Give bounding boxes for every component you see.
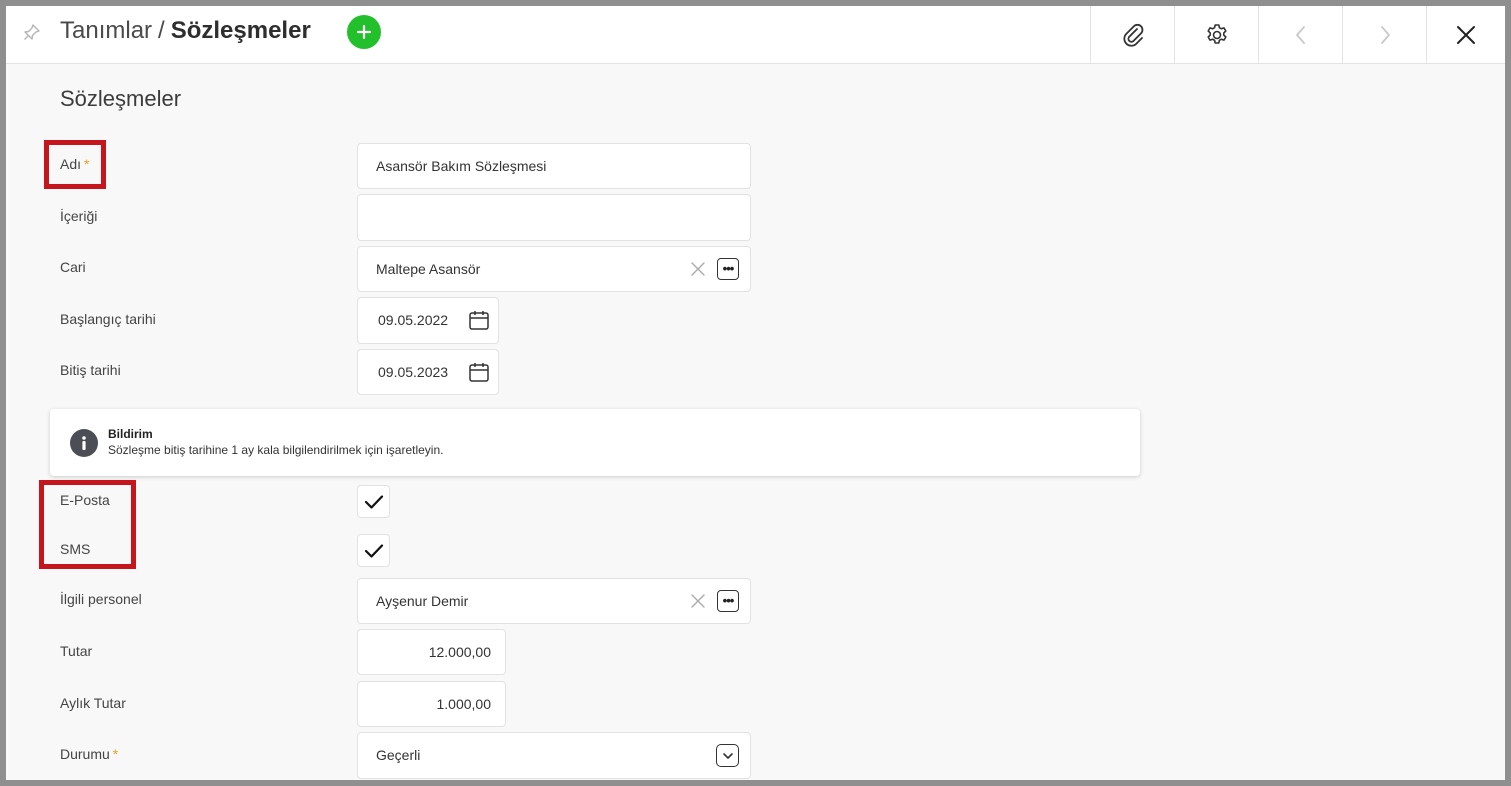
info-icon [70, 429, 98, 457]
checkmark-icon [364, 543, 383, 558]
monthly-amount-value: 1.000,00 [436, 696, 492, 712]
chevron-right-icon [1380, 26, 1390, 44]
form-window: Tanımlar / Sözleşmeler Sözleşmeler Adı *… [6, 6, 1505, 780]
end-date-value: 09.05.2023 [378, 364, 449, 380]
section-title: Sözleşmeler [60, 86, 182, 111]
content-input[interactable] [357, 194, 751, 241]
staff-label: İlgili personel [60, 591, 142, 607]
account-lookup[interactable]: Maltepe Asansör ••• [357, 246, 751, 292]
close-icon [1457, 26, 1475, 44]
email-checkbox[interactable] [357, 485, 390, 518]
chevron-left-icon [1295, 26, 1305, 44]
monthly-amount-input[interactable]: 1.000,00 [357, 681, 506, 727]
notification-text: Sözleşme bitiş tarihine 1 ay kala bilgil… [108, 443, 444, 457]
notification-title: Bildirim [108, 427, 153, 441]
name-input[interactable]: Asansör Bakım Sözleşmesi [357, 143, 751, 189]
close-button[interactable] [1426, 6, 1505, 64]
previous-button[interactable] [1258, 6, 1342, 64]
name-value: Asansör Bakım Sözleşmesi [376, 158, 547, 174]
end-date-input[interactable]: 09.05.2023 [357, 349, 499, 395]
chevron-down-icon[interactable] [716, 744, 739, 767]
sms-checkbox[interactable] [357, 534, 390, 567]
amount-label: Tutar [60, 643, 93, 659]
checkmark-icon [364, 494, 383, 509]
account-label: Cari [60, 259, 86, 275]
amount-input[interactable]: 12.000,00 [357, 629, 506, 675]
page-title: Sözleşmeler [170, 17, 311, 44]
end-date-label: Bitiş tarihi [60, 362, 121, 378]
notification-info-box: Bildirim Sözleşme bitiş tarihine 1 ay ka… [50, 409, 1140, 476]
gear-icon [1206, 24, 1227, 44]
account-value: Maltepe Asansör [376, 261, 481, 277]
breadcrumb-parent[interactable]: Tanımlar [60, 17, 152, 44]
start-date-value: 09.05.2022 [378, 312, 449, 328]
content-label: İçeriği [60, 208, 98, 224]
monthly-amount-label: Aylık Tutar [60, 695, 126, 711]
paperclip-icon [1123, 23, 1143, 47]
status-select[interactable]: Geçerli [357, 732, 751, 779]
status-label-text: Durumu [60, 746, 110, 762]
clear-icon[interactable] [690, 261, 706, 277]
highlight-box-name [44, 140, 106, 189]
settings-button[interactable] [1174, 6, 1258, 64]
start-date-input[interactable]: 09.05.2022 [357, 297, 499, 344]
staff-lookup[interactable]: Ayşenur Demir ••• [357, 578, 751, 624]
status-label: Durumu * [60, 746, 118, 762]
start-date-label: Başlangıç tarihi [60, 311, 156, 327]
next-button[interactable] [1342, 6, 1426, 64]
required-mark: * [112, 746, 119, 762]
status-value: Geçerli [376, 747, 421, 763]
attachment-button[interactable] [1090, 6, 1174, 64]
calendar-icon[interactable] [468, 309, 490, 331]
breadcrumb: Tanımlar / Sözleşmeler [60, 16, 311, 46]
header-bar: Tanımlar / Sözleşmeler [6, 6, 1505, 64]
more-options-icon[interactable]: ••• [717, 590, 739, 612]
add-button[interactable] [347, 15, 381, 49]
staff-value: Ayşenur Demir [376, 593, 469, 609]
amount-value: 12.000,00 [428, 644, 491, 660]
calendar-icon[interactable] [468, 361, 490, 383]
highlight-box-notifications [39, 480, 136, 569]
more-options-icon[interactable]: ••• [717, 258, 739, 280]
add-icon [356, 24, 372, 40]
clear-icon[interactable] [690, 593, 706, 609]
breadcrumb-separator: / [158, 17, 165, 44]
pin-icon[interactable] [22, 22, 42, 42]
